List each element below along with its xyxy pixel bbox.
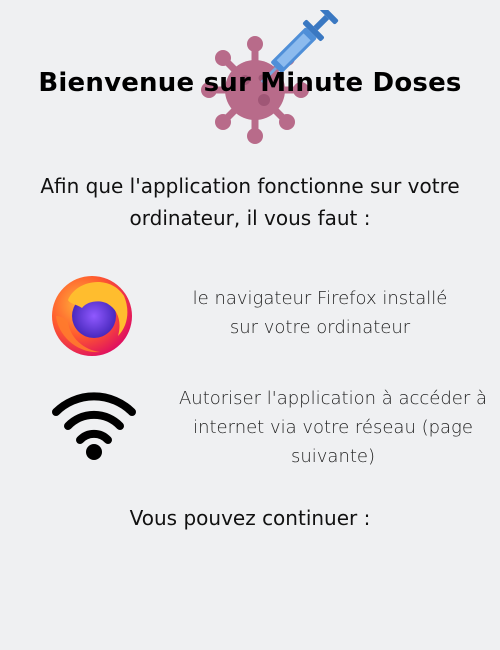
- continue-prompt: Vous pouvez continuer :: [129, 506, 371, 530]
- wifi-icon: [52, 392, 136, 460]
- intro-text: Afin que l'application fonctionne sur vo…: [40, 174, 460, 230]
- firefox-icon: [52, 276, 132, 356]
- requirement-network-text: Autoriser l'application à accéder à inte…: [178, 388, 488, 467]
- page-title: Bienvenue sur Minute Doses: [38, 68, 462, 98]
- requirement-firefox-text: le navigateur Firefox installé sur votre…: [192, 288, 448, 338]
